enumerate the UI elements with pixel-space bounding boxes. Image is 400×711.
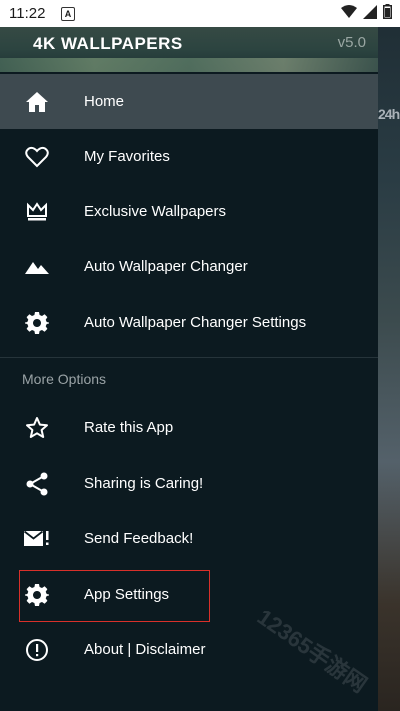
section-title-more-options: More Options bbox=[22, 371, 107, 387]
drawer-header: 4K WALLPAPERS v5.0 bbox=[0, 27, 378, 72]
menu-item-auto-changer[interactable]: Auto Wallpaper Changer bbox=[0, 239, 378, 294]
menu-item-favorites[interactable]: My Favorites bbox=[0, 129, 378, 184]
header-image bbox=[0, 58, 378, 72]
signal-icon bbox=[363, 4, 377, 19]
app-version: v5.0 bbox=[337, 34, 366, 51]
info-icon bbox=[24, 637, 50, 663]
status-bar: 11:22 A bbox=[0, 0, 400, 27]
heart-icon bbox=[24, 144, 50, 170]
navigation-drawer: 4K WALLPAPERS v5.0 Home My Favorites Exc… bbox=[0, 27, 378, 711]
menu-item-feedback[interactable]: Send Feedback! bbox=[0, 511, 378, 566]
highlight-box bbox=[19, 570, 210, 622]
wifi-icon bbox=[341, 4, 357, 18]
menu-item-label: Home bbox=[84, 93, 125, 110]
divider bbox=[0, 357, 378, 358]
gear-icon bbox=[24, 310, 50, 336]
menu-item-label: My Favorites bbox=[84, 148, 170, 165]
menu-item-label: Send Feedback! bbox=[84, 530, 194, 547]
status-time: 11:22 bbox=[9, 5, 46, 22]
notification-icon: A bbox=[61, 7, 75, 21]
crown-icon bbox=[24, 199, 50, 225]
menu-item-label: Exclusive Wallpapers bbox=[84, 203, 226, 220]
menu-item-label: Sharing is Caring! bbox=[84, 475, 204, 492]
star-icon bbox=[24, 415, 50, 441]
menu-item-home[interactable]: Home bbox=[0, 74, 378, 129]
menu-item-rate[interactable]: Rate this App bbox=[0, 400, 378, 455]
menu-item-share[interactable]: Sharing is Caring! bbox=[0, 456, 378, 511]
menu-item-label: Auto Wallpaper Changer Settings bbox=[84, 314, 307, 331]
mail-icon bbox=[24, 526, 50, 552]
home-icon bbox=[24, 89, 50, 115]
share-icon bbox=[24, 471, 50, 497]
menu-item-label: About | Disclaimer bbox=[84, 641, 206, 658]
menu-item-exclusive[interactable]: Exclusive Wallpapers bbox=[0, 184, 378, 239]
menu-item-label: Rate this App bbox=[84, 419, 174, 436]
menu-item-auto-changer-settings[interactable]: Auto Wallpaper Changer Settings bbox=[0, 295, 378, 350]
battery-icon bbox=[383, 4, 392, 19]
background-text: 24h bbox=[378, 106, 400, 122]
menu-item-label: Auto Wallpaper Changer bbox=[84, 258, 248, 275]
app-title: 4K WALLPAPERS bbox=[33, 34, 183, 53]
mountain-icon bbox=[24, 254, 50, 280]
